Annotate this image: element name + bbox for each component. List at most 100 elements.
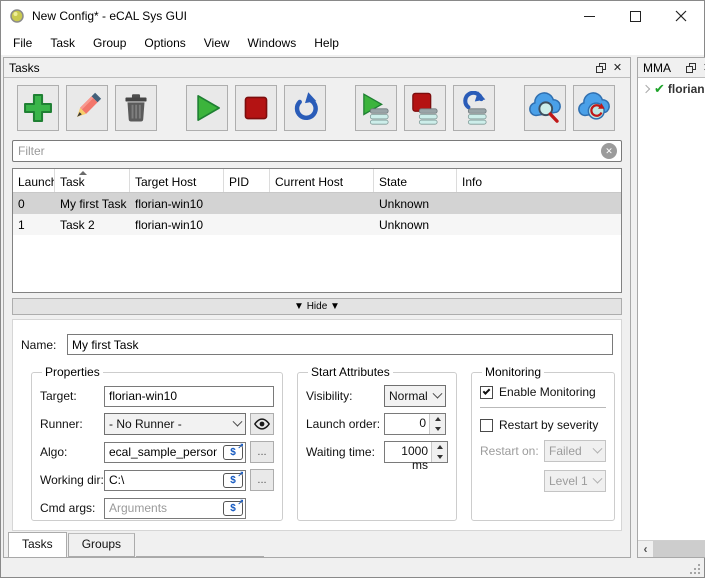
restart-on-select[interactable]: Failed [544,440,606,462]
start-task-button[interactable] [186,85,228,131]
eye-icon [253,418,271,430]
menu-item-file[interactable]: File [4,32,41,54]
dollar-glyph: $ [230,474,236,486]
scroll-left-button[interactable]: ‹ [638,541,653,557]
spin-up-button[interactable] [432,442,447,452]
stop-list-icon [412,92,438,125]
cloud-reload-icon [578,92,610,120]
column-header-state[interactable]: State [374,169,457,192]
minimize-button[interactable] [566,1,612,31]
pencil-icon [77,92,102,117]
waiting-time-value: 1000 ms [401,444,428,472]
cloud-search-button[interactable] [524,85,566,131]
menu-item-group[interactable]: Group [84,32,135,54]
filter-clear-button[interactable]: ✕ [601,143,617,159]
main-area: Tasks ✕ Filter ✕ Launch Task Target Host… [1,56,705,558]
column-header-launch[interactable]: Launch [13,169,55,192]
window-controls [566,1,704,31]
table-row[interactable]: 0 My first Task florian-win10 Unknown [13,193,621,214]
restart-by-severity-checkbox[interactable] [480,418,493,432]
runner-select[interactable]: - No Runner - [104,413,246,435]
launch-order-stepper[interactable]: 0 [384,413,446,435]
arrow-ne-glyph: ↗ [237,441,244,451]
workdir-browse-button[interactable]: ... [250,469,274,491]
arrow-up-icon [434,417,441,421]
cloud-reload-button[interactable] [573,85,615,131]
column-header-info[interactable]: Info [457,169,621,192]
restart-all-tasks-button[interactable] [453,85,495,131]
runner-row: Runner: - No Runner - [40,413,274,435]
hide-details-button[interactable]: ▼ Hide ▼ [12,298,622,315]
target-input[interactable] [104,385,274,407]
cell-launch: 0 [18,196,25,211]
play-icon [197,95,220,121]
cell-task: Task 2 [60,217,95,232]
add-task-button[interactable] [17,85,59,131]
maximize-icon [629,10,641,22]
target-row: Target: [40,385,274,407]
tab-tasks[interactable]: Tasks [8,532,67,557]
name-input[interactable] [67,334,613,355]
column-header-pid[interactable]: PID [224,169,270,192]
mma-panel-float-button[interactable] [682,60,699,76]
env-variable-icon[interactable]: $ ↗ [223,498,244,516]
edit-task-button[interactable] [66,85,108,131]
enable-monitoring-checkbox[interactable] [480,385,493,399]
runner-view-button[interactable] [250,413,274,435]
algo-browse-button[interactable]: ... [250,441,274,463]
waiting-time-stepper[interactable]: 1000 ms [384,441,448,472]
spin-down-button[interactable] [430,424,445,434]
cell-launch: 1 [18,217,25,232]
resize-grip-icon[interactable] [689,563,701,575]
spin-down-button[interactable] [432,452,447,462]
delete-task-button[interactable] [115,85,157,131]
start-all-tasks-button[interactable] [355,85,397,131]
menu-item-task[interactable]: Task [41,32,84,54]
tree-item-host[interactable]: ✔ florian [640,81,705,97]
column-header-task[interactable]: Task [55,169,130,192]
filter-row: ✕ [12,140,622,162]
stop-task-button[interactable] [235,85,277,131]
minimize-icon [583,15,595,17]
visibility-value: Normal [389,389,428,403]
chevron-down-icon [432,388,443,399]
cell-target-host: florian-win10 [135,196,204,211]
stop-all-tasks-button[interactable] [404,85,446,131]
tasks-panel-header: Tasks ✕ [4,58,630,78]
maximize-button[interactable] [612,1,658,31]
menu-item-help[interactable]: Help [305,32,348,54]
enable-monitoring-label: Enable Monitoring [499,385,596,399]
runner-label: Runner: [40,417,83,431]
spinner-buttons [431,442,447,462]
monitoring-title: Monitoring [485,365,542,379]
restart-level-select[interactable]: Level 1 [544,470,606,492]
menu-item-view[interactable]: View [195,32,239,54]
restart-task-button[interactable] [284,85,326,131]
spin-up-button[interactable] [430,414,445,424]
menu-item-windows[interactable]: Windows [239,32,306,54]
cell-task: My first Task [60,196,127,211]
scrollbar-thumb[interactable] [653,541,705,557]
table-row[interactable]: 1 Task 2 florian-win10 Unknown [13,214,621,235]
filter-input[interactable] [12,140,622,162]
restart-on-value: Failed [549,444,582,458]
launch-order-value: 0 [419,416,426,430]
tab-groups[interactable]: Groups [67,533,136,557]
env-variable-icon[interactable]: $ ↗ [223,442,244,460]
mma-panel-close-button[interactable]: ✕ [699,60,705,76]
arrow-down-icon [436,455,443,459]
properties-title: Properties [45,365,100,379]
properties-group: Properties Target: Runner: - No Runner - [31,365,283,521]
tasks-panel-close-button[interactable]: ✕ [609,60,626,76]
expand-chevron-icon[interactable] [641,84,651,94]
task-table-header: Launch Task Target Host PID Current Host… [13,169,621,193]
column-header-target-host[interactable]: Target Host [130,169,224,192]
visibility-select[interactable]: Normal [384,385,446,407]
close-button[interactable] [658,1,704,31]
menu-item-options[interactable]: Options [135,32,194,54]
editor-groups: Properties Target: Runner: - No Runner - [31,365,615,521]
arrow-ne-glyph: ↗ [237,497,244,507]
env-variable-icon[interactable]: $ ↗ [223,470,244,488]
column-header-current-host[interactable]: Current Host [270,169,374,192]
tasks-panel-float-button[interactable] [592,60,609,76]
